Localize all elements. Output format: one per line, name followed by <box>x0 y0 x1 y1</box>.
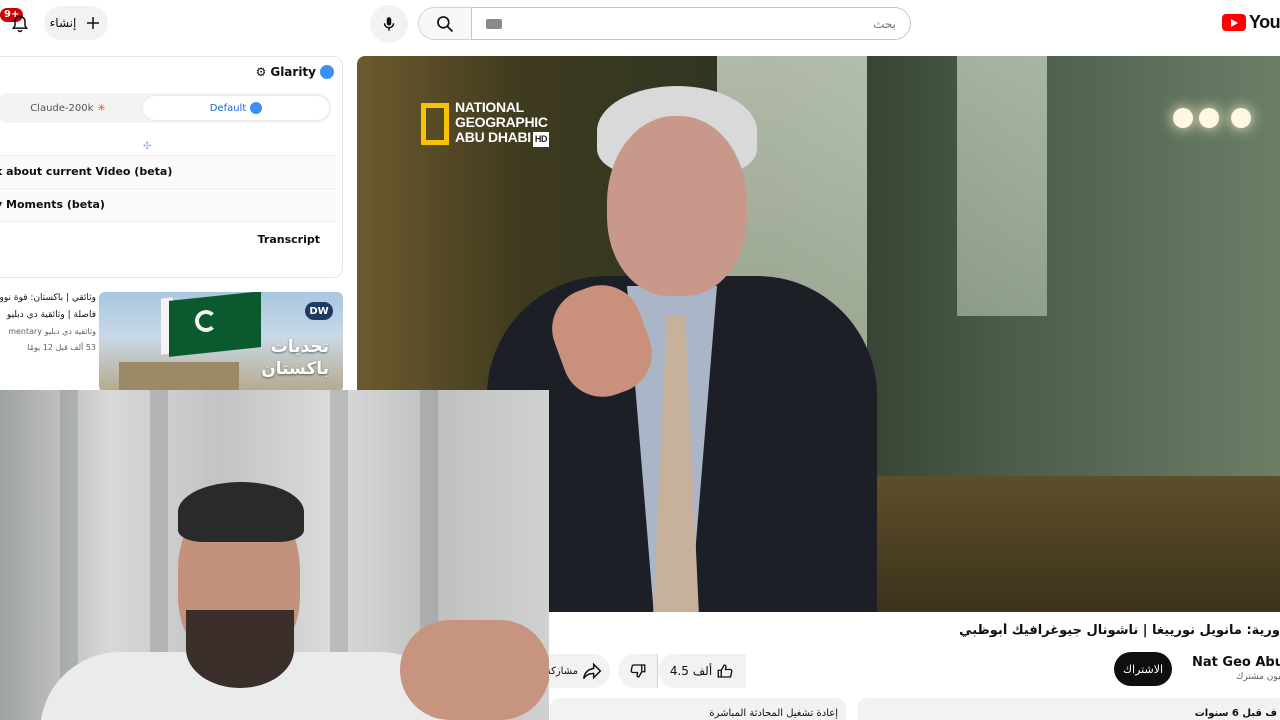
model-switch: Claude-200k ✳ Default <box>0 93 331 123</box>
lamp-light <box>1199 108 1219 128</box>
video-title: ورية: مانويل نورييغا | ناشونال جيوغرافيك… <box>960 623 1280 638</box>
loading-icon: ✣ <box>143 141 152 152</box>
thumbnail-building <box>119 362 239 392</box>
logo-text: YouTube <box>1249 12 1280 32</box>
search-button[interactable] <box>418 7 472 40</box>
check-icon <box>250 102 263 114</box>
related-video-thumbnail[interactable]: DW تحديات باكستان <box>99 292 343 392</box>
lamp-light <box>1173 108 1193 128</box>
glarity-header: ⚙ Glarity <box>256 65 334 79</box>
keyboard-icon[interactable] <box>486 18 502 29</box>
related-video-channel: وثائقية دي دبليو mentary <box>8 327 96 336</box>
create-label: إنشاء <box>49 16 77 30</box>
background-window <box>957 56 1047 316</box>
live-chat-replay[interactable]: إعادة تشغيل المحادثة المباشرة <box>550 698 846 720</box>
bell-icon <box>10 14 30 34</box>
search-icon <box>435 14 455 34</box>
natgeo-watermark: NATIONAL GEOGRAPHIC ABU DHABI HD <box>421 99 550 147</box>
transcript-label: Transcript <box>257 233 320 246</box>
webcam-beard <box>186 610 294 688</box>
dw-logo: DW <box>305 302 333 320</box>
play-logo-icon <box>1222 14 1246 31</box>
thumbnail-title: تحديات باكستان <box>261 336 329 380</box>
glarity-logo-icon <box>320 65 334 79</box>
voice-search-button[interactable] <box>370 5 408 43</box>
glarity-title: Glarity <box>270 65 316 79</box>
crescent-icon <box>195 310 217 332</box>
related-video-info[interactable]: وثائقي | باكستان: قوة نوو فاصلة | وثائقي… <box>0 290 96 356</box>
hd-badge: HD <box>532 132 550 147</box>
subscribe-button[interactable]: الاشتراك <box>1114 652 1172 686</box>
mode-default-label: Default <box>209 102 247 114</box>
webcam-hair <box>178 482 304 542</box>
natgeo-line1: NATIONAL <box>455 99 524 115</box>
plus-icon <box>84 14 102 32</box>
share-button[interactable]: مشاركة <box>540 654 610 688</box>
subscriber-count: مليون مشترك <box>1236 672 1280 682</box>
ask-about-video-row[interactable]: k about current Video (beta) <box>0 155 336 187</box>
gear-icon[interactable]: ⚙ <box>256 65 267 79</box>
youtube-watch-page: 9+ إنشاء بحث YouTube ⚙ Glarity <box>0 0 1280 720</box>
natgeo-text: NATIONAL GEOGRAPHIC ABU DHABI HD <box>455 99 550 147</box>
sparkle-icon: ✳ <box>97 102 106 114</box>
create-button[interactable]: إنشاء <box>44 6 108 40</box>
related-video-title-line2: فاصلة | وثائقية دي دبليو <box>6 310 96 320</box>
like-button[interactable]: 4.5 ألف <box>658 654 746 688</box>
thumbnail-title-line2: باكستان <box>261 359 329 379</box>
channel-name[interactable]: Nat Geo Abu Dl <box>1192 655 1280 670</box>
thumbs-down-icon <box>629 662 647 680</box>
key-moments-row[interactable]: y Moments (beta) <box>0 188 336 220</box>
share-label: مشاركة <box>545 665 578 677</box>
search-placeholder: بحث <box>873 16 896 31</box>
dislike-button[interactable] <box>618 654 658 688</box>
related-video-meta: 53 ألف قبل 12 يومًا <box>27 343 96 352</box>
youtube-logo[interactable]: YouTube <box>1222 12 1280 33</box>
lamp-light <box>1231 108 1251 128</box>
notifications-button[interactable]: 9+ <box>0 8 34 38</box>
mode-default[interactable]: Default <box>143 96 329 120</box>
like-count: 4.5 ألف <box>669 664 713 678</box>
glarity-panel: ⚙ Glarity Claude-200k ✳ Default ✣ k abou… <box>0 56 343 278</box>
ask-about-video-label: k about current Video (beta) <box>0 165 173 178</box>
natgeo-frame-icon <box>421 102 449 145</box>
natgeo-line3: ABU DHABI <box>455 129 531 145</box>
transcript-row[interactable]: Transcript <box>0 221 336 257</box>
thumbnail-title-line1: تحديات <box>270 337 329 357</box>
related-video-title-line1: وثائقي | باكستان: قوة نوو <box>0 293 96 303</box>
share-icon <box>582 662 602 680</box>
webcam-arm <box>400 620 549 720</box>
natgeo-line2: GEOGRAPHIC <box>455 114 548 130</box>
description-box[interactable]: ف قبل 6 سنوات <box>857 698 1280 720</box>
microphone-icon <box>380 15 398 33</box>
search-input[interactable]: بحث <box>471 7 911 40</box>
mode-claude-label: Claude-200k <box>30 102 94 114</box>
webcam-overlay <box>0 390 549 720</box>
speaker-face <box>607 116 747 296</box>
mode-claude[interactable]: Claude-200k ✳ <box>0 96 141 120</box>
thumbs-up-icon <box>716 662 734 680</box>
key-moments-label: y Moments (beta) <box>0 198 105 211</box>
